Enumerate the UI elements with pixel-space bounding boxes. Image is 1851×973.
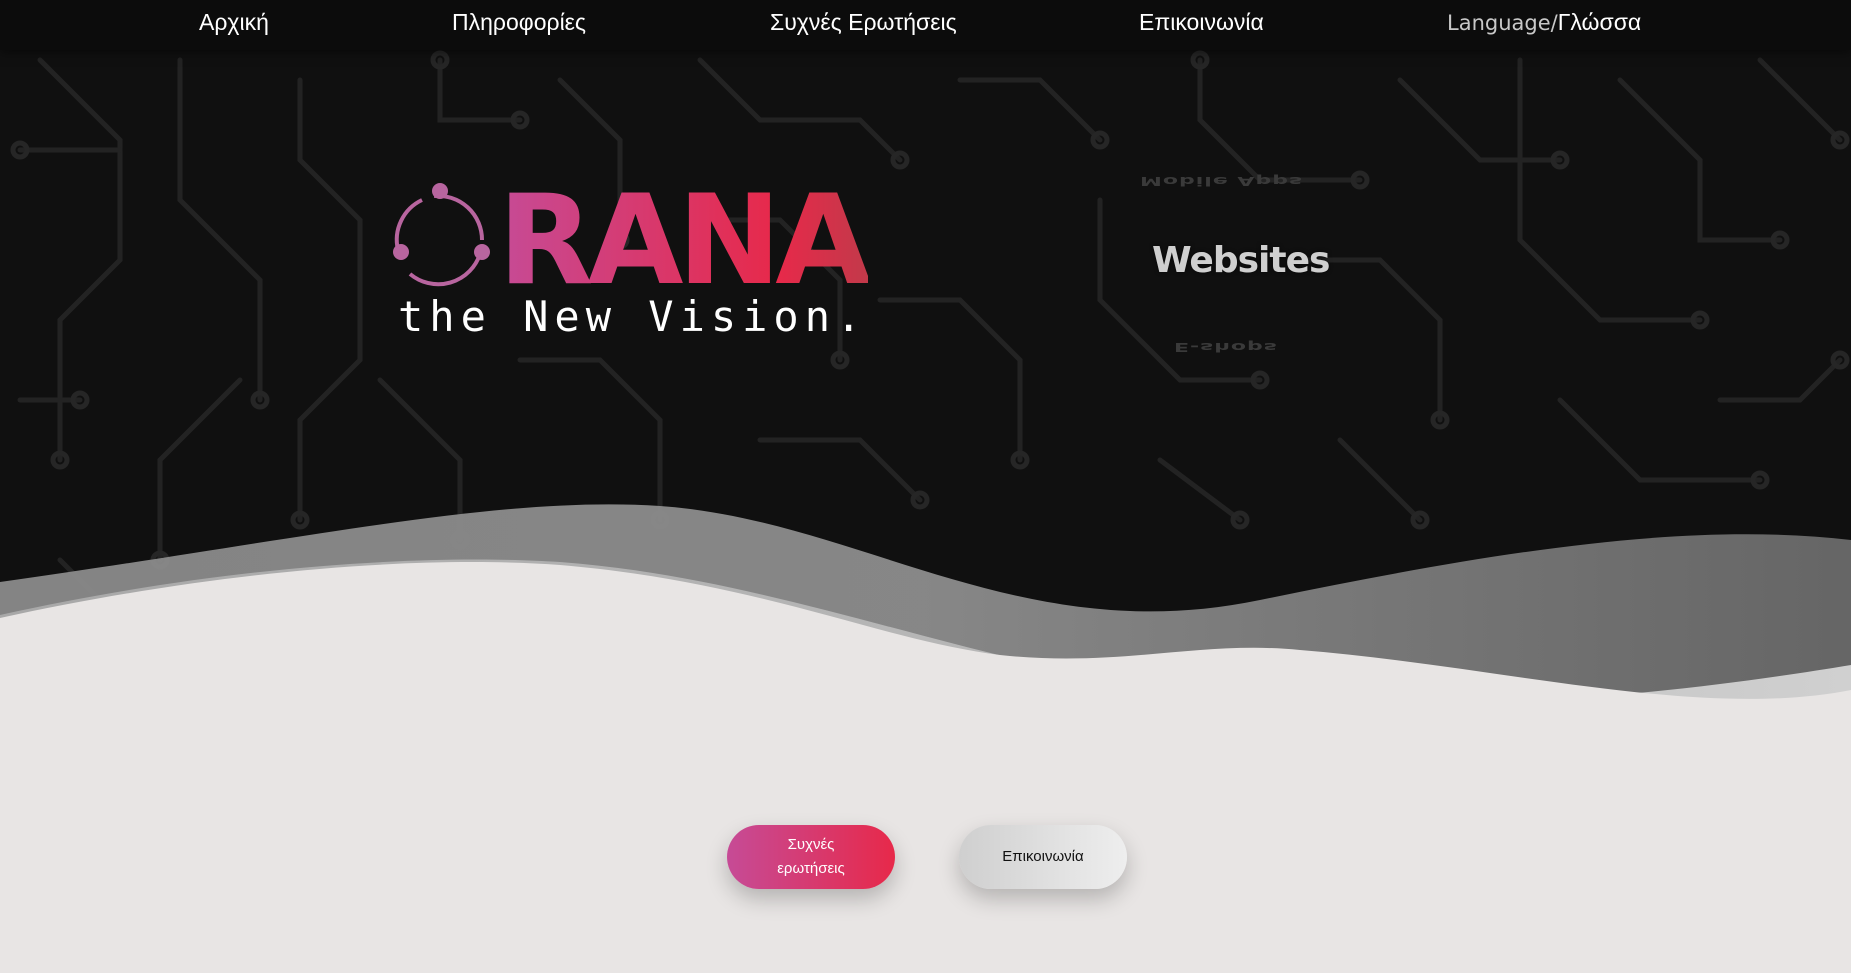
faq-button-label: Συχνές ερωτήσεις — [777, 836, 845, 877]
orbit-icon — [393, 183, 490, 287]
nav-item-faq[interactable]: Συχνές Ερωτήσεις — [770, 9, 957, 36]
nav-item-language[interactable]: Language/Γλώσσα — [1447, 9, 1641, 36]
language-label-en: Language/ — [1447, 11, 1558, 35]
wave-divider — [0, 504, 1851, 973]
contact-button[interactable]: Επικοινωνία — [959, 825, 1127, 889]
contact-button-label: Επικοινωνία — [1002, 848, 1084, 865]
nav-item-info[interactable]: Πληροφορίες — [452, 9, 586, 36]
rotator-previous: Mobile Apps — [1140, 173, 1304, 188]
faq-button[interactable]: Συχνές ερωτήσεις — [727, 825, 895, 889]
nav-item-home[interactable]: Αρχική — [199, 9, 269, 36]
rana-logo-graphic: RANA — [393, 169, 877, 313]
language-label-gr: Γλώσσα — [1557, 9, 1642, 35]
tagline: the New Vision. — [398, 292, 868, 341]
top-navigation: Αρχική Πληροφορίες Συχνές Ερωτήσεις Επικ… — [0, 0, 1851, 50]
rotator-current: Websites — [1152, 240, 1330, 281]
page: RANA the New Vision. Mobile Apps Website… — [0, 0, 1851, 973]
rana-logo: RANA — [388, 169, 877, 313]
hero-section: RANA the New Vision. Mobile Apps Website… — [0, 0, 1851, 973]
logo-wordmark: RANA — [498, 176, 868, 306]
nav-item-contact[interactable]: Επικοινωνία — [1139, 9, 1264, 36]
rotator-next: E-shops — [1174, 339, 1278, 354]
